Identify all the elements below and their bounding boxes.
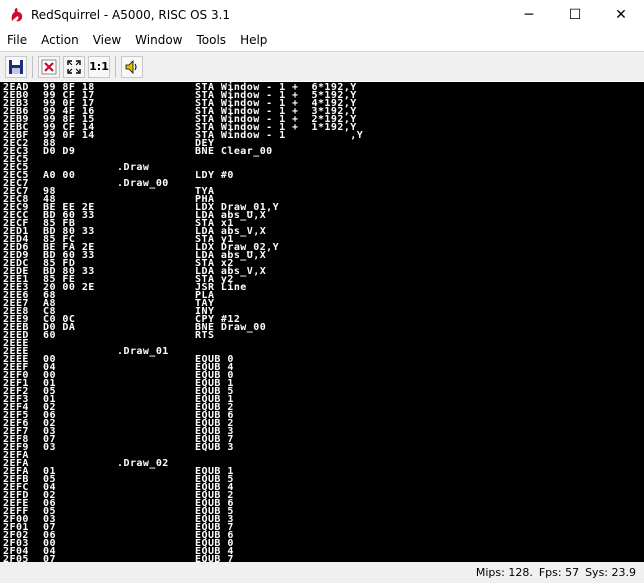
toolbar: 1:1 — [0, 51, 644, 81]
one-to-one-icon: 1:1 — [89, 60, 109, 73]
menu-bar: File Action View Window Tools Help — [0, 30, 644, 50]
toolbar-separator — [115, 55, 116, 78]
window-title: RedSquirrel - A5000, RISC OS 3.1 — [31, 8, 231, 22]
menu-help[interactable]: Help — [233, 30, 274, 50]
sys-readout: Sys: 23.9 — [585, 566, 636, 579]
menu-window[interactable]: Window — [128, 30, 189, 50]
menu-file[interactable]: File — [0, 30, 34, 50]
listing-label: .Draw_01 — [117, 346, 169, 357]
listing-instruction: LDY #0 — [195, 170, 234, 181]
listing-bytes: D0 D9 — [43, 146, 76, 157]
listing-label: .Draw_02 — [117, 458, 169, 469]
listing-instruction: BNE Clear_00 — [195, 146, 273, 157]
stop-button[interactable] — [38, 55, 60, 78]
listing-instruction: EQUB 3 — [195, 442, 234, 453]
menu-tools[interactable]: Tools — [190, 30, 234, 50]
listing-label: .Draw_00 — [117, 178, 169, 189]
menu-view[interactable]: View — [86, 30, 128, 50]
fps-readout: Fps: 57 — [538, 566, 580, 579]
title-bar[interactable]: RedSquirrel - A5000, RISC OS 3.1 ─ ☐ ✕ — [0, 0, 644, 30]
close-button[interactable]: ✕ — [598, 0, 644, 30]
menu-action[interactable]: Action — [34, 30, 86, 50]
listing-instruction: STA Window - 1 ,Y — [195, 130, 364, 141]
save-icon — [9, 59, 23, 74]
speaker-icon — [125, 59, 137, 74]
listing-bytes: A0 00 — [43, 170, 76, 181]
listing-bytes: 03 — [43, 442, 56, 453]
mips-readout: Mips: 128. — [475, 566, 533, 579]
toolbar-separator — [32, 55, 33, 78]
status-bar: Mips: 128. Fps: 57 Sys: 23.9 — [0, 562, 644, 583]
scale-1-1-button[interactable]: 1:1 — [88, 55, 110, 78]
fullscreen-icon — [67, 59, 81, 74]
window-controls: ─ ☐ ✕ — [506, 0, 644, 30]
red-squirrel-logo-icon — [11, 8, 23, 22]
minimize-button[interactable]: ─ — [506, 0, 552, 30]
fullscreen-button[interactable] — [63, 55, 85, 78]
emulator-screen[interactable]: 2EAD 99 8F 18 STA Window - 1 + 6*192,Y 2EB0… — [0, 82, 644, 562]
sound-button[interactable] — [121, 55, 143, 78]
save-snapshot-button[interactable] — [5, 55, 27, 78]
listing-bytes: 60 — [43, 330, 56, 341]
maximize-button[interactable]: ☐ — [552, 0, 598, 30]
listing-label: .Draw — [117, 162, 150, 173]
stop-icon — [41, 59, 57, 74]
listing-instruction: RTS — [195, 330, 215, 341]
